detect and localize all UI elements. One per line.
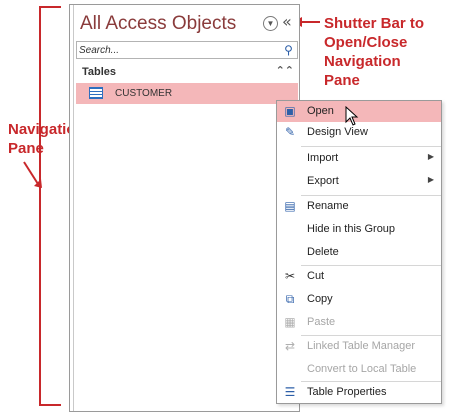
mouse-cursor-icon: [345, 106, 359, 126]
menu-item-label: Export: [307, 175, 339, 187]
menu-item-label: Linked Table Manager: [307, 340, 416, 352]
pane-edge: [70, 5, 74, 411]
shutter-bar-annotation: Shutter Bar to Open/Close Navigation Pan…: [324, 14, 424, 90]
menu-item-rename[interactable]: ▤ Rename: [277, 196, 441, 217]
menu-item-label: Design View: [307, 126, 368, 138]
search-box: ⚲: [76, 41, 298, 59]
navigation-pane-arrow: [23, 161, 42, 188]
menu-item-import[interactable]: Import ▶: [277, 148, 441, 169]
table-icon: [89, 87, 103, 99]
scissors-icon: ✂: [284, 269, 296, 283]
group-header-tables[interactable]: Tables ⌃⌃: [76, 63, 298, 81]
copy-icon: ⧉: [285, 292, 295, 306]
menu-item-copy[interactable]: ⧉ Copy: [277, 289, 441, 310]
group-label: Tables: [82, 66, 117, 78]
design-view-icon: ✎: [284, 125, 296, 139]
menu-item-cut[interactable]: ✂ Cut: [277, 266, 441, 287]
menu-item-delete[interactable]: Delete: [277, 242, 441, 263]
menu-item-linked-table-manager[interactable]: ⇄ Linked Table Manager: [277, 336, 441, 357]
navigation-pane-bracket: [39, 6, 61, 406]
nav-item-label: CUSTOMER: [115, 88, 173, 99]
context-menu: ▣ Open ✎ Design View Import ▶ Export ▶ ▤…: [276, 100, 442, 404]
menu-item-label: Delete: [307, 246, 339, 258]
menu-item-label: Rename: [307, 200, 349, 212]
nav-item-customer[interactable]: CUSTOMER: [76, 83, 298, 104]
menu-item-paste[interactable]: ▦ Paste: [277, 312, 441, 333]
menu-item-label: Open: [307, 105, 334, 117]
menu-item-label: Cut: [307, 270, 325, 282]
annotation-line: Pane: [324, 72, 360, 89]
menu-item-convert-to-local-table[interactable]: Convert to Local Table: [277, 359, 441, 380]
search-input[interactable]: [79, 43, 275, 58]
pane-title[interactable]: All Access Objects: [80, 13, 236, 35]
annotation-line: Shutter Bar to: [324, 15, 425, 32]
menu-item-label: Convert to Local Table: [307, 363, 417, 375]
linked-table-icon: ⇄: [284, 339, 296, 353]
menu-separator: [301, 146, 441, 147]
annotation-line: Navigation: [324, 53, 401, 70]
menu-item-label: Import: [307, 152, 339, 164]
menu-item-export[interactable]: Export ▶: [277, 171, 441, 192]
circle-dropdown-icon[interactable]: ▼: [263, 16, 278, 31]
rename-icon: ▤: [284, 199, 296, 213]
menu-item-label: Copy: [307, 293, 333, 305]
menu-item-design-view[interactable]: ✎ Design View: [277, 122, 441, 143]
collapse-chevron-icon[interactable]: ⌃⌃: [276, 64, 294, 77]
search-icon[interactable]: ⚲: [281, 43, 296, 58]
menu-item-label: Paste: [307, 316, 336, 328]
screenshot: Navigation Pane Shutter Bar to Open/Clos…: [0, 0, 465, 416]
menu-item-label: Hide in this Group: [307, 223, 396, 235]
menu-item-table-properties[interactable]: ☰ Table Properties: [277, 382, 441, 403]
annotation-line: Open/Close: [324, 34, 408, 51]
navigation-pane: All Access Objects ▼ « ⚲ Tables ⌃⌃ CUSTO…: [69, 4, 300, 412]
shutter-bar-button[interactable]: «: [282, 12, 292, 31]
menu-item-open[interactable]: ▣ Open: [277, 101, 441, 122]
submenu-arrow-icon: ▶: [427, 152, 434, 161]
menu-item-hide-in-group[interactable]: Hide in this Group: [277, 219, 441, 240]
submenu-arrow-icon: ▶: [427, 175, 434, 184]
open-icon: ▣: [284, 104, 296, 118]
paste-icon: ▦: [284, 315, 296, 329]
properties-icon: ☰: [284, 385, 296, 399]
menu-item-label: Table Properties: [307, 386, 387, 398]
